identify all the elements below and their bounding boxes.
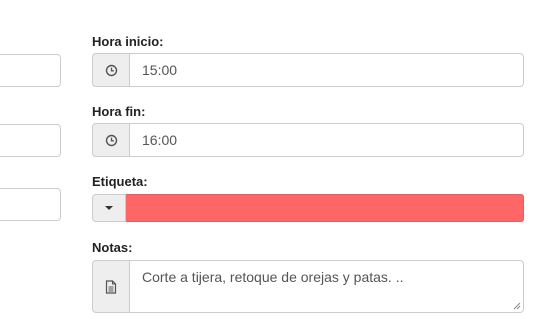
hora-fin-label: Hora fin:	[92, 104, 146, 119]
resize-handle-icon[interactable]	[513, 302, 521, 310]
notas-label: Notas:	[92, 240, 133, 255]
left-text-input-3[interactable]	[0, 188, 61, 221]
hora-inicio-label: Hora inicio:	[92, 34, 164, 49]
hora-inicio-group: 15:00	[92, 53, 524, 87]
notas-textarea[interactable]: Corte a tijera, retoque de orejas y pata…	[130, 260, 524, 313]
hora-fin-group: 16:00	[92, 123, 524, 157]
etiqueta-color-swatch[interactable]	[126, 194, 524, 222]
hora-inicio-input[interactable]: 15:00	[130, 53, 524, 87]
notas-text: Corte a tijera, retoque de orejas y pata…	[142, 269, 404, 285]
notas-group: Corte a tijera, retoque de orejas y pata…	[92, 260, 524, 313]
left-text-input-2[interactable]	[0, 124, 61, 157]
etiqueta-group	[92, 194, 524, 222]
clock-icon[interactable]	[92, 123, 130, 157]
left-text-input-1[interactable]	[0, 54, 61, 87]
caret-down-icon	[105, 206, 113, 210]
document-icon	[92, 260, 130, 313]
clock-icon[interactable]	[92, 53, 130, 87]
etiqueta-label: Etiqueta:	[92, 174, 148, 189]
hora-fin-input[interactable]: 16:00	[130, 123, 524, 157]
color-dropdown-button[interactable]	[92, 194, 126, 222]
